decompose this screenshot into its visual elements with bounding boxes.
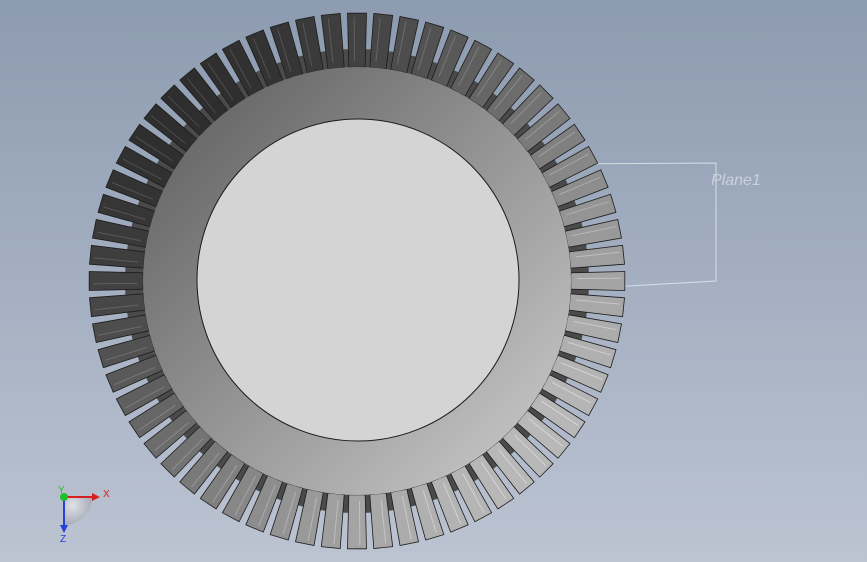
model-scene[interactable]: Plane1 X Z Y xyxy=(0,0,867,562)
bevel-gear-model[interactable] xyxy=(88,12,626,550)
x-axis-arrow-icon xyxy=(92,493,100,501)
triad-shade xyxy=(64,497,92,525)
view-triad[interactable]: X Z Y xyxy=(58,485,110,545)
gear-tooth xyxy=(88,271,144,291)
x-axis-label: X xyxy=(103,489,110,500)
graphics-viewport[interactable]: Plane1 X Z Y xyxy=(0,0,867,562)
z-axis-arrow-icon xyxy=(60,525,68,533)
z-axis-label: Z xyxy=(60,534,66,545)
y-axis-point-icon xyxy=(60,493,68,501)
plane1-label: Plane1 xyxy=(711,172,761,189)
gear-tooth xyxy=(347,494,367,550)
gear-tooth xyxy=(347,12,367,68)
gear-bore-face[interactable] xyxy=(196,118,520,442)
gear-tooth xyxy=(570,271,626,291)
